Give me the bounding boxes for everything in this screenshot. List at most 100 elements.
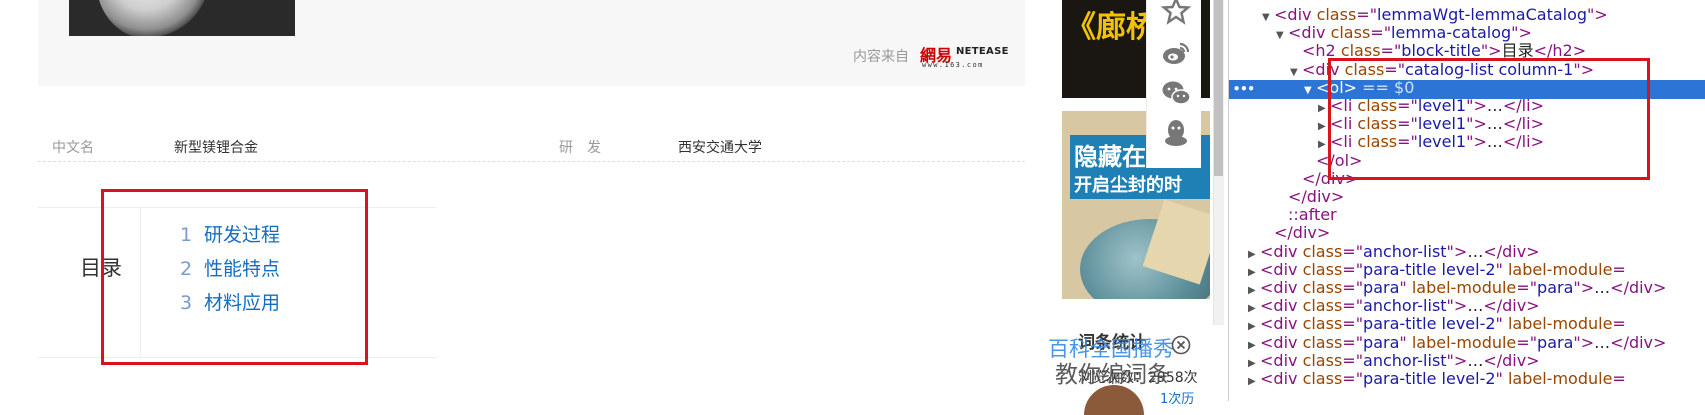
basic-info-name-developer: 研 发 bbox=[559, 140, 601, 156]
dom-token: =" bbox=[1342, 278, 1364, 297]
dom-token: "> bbox=[1573, 333, 1595, 352]
weibo-icon[interactable] bbox=[1161, 38, 1191, 68]
dom-token: <div bbox=[1260, 278, 1303, 297]
promo-overlay-line2[interactable]: 教你编词条 bbox=[1055, 355, 1170, 389]
dom-token: para-title level-2 bbox=[1363, 369, 1496, 388]
share-toolbar bbox=[1146, 0, 1201, 168]
dom-token: class bbox=[1330, 23, 1371, 42]
dom-token: =" bbox=[1342, 242, 1364, 261]
dom-token: class bbox=[1302, 314, 1343, 333]
content-source-label: 内容来自 bbox=[853, 49, 909, 65]
dom-token: =" bbox=[1342, 314, 1364, 333]
basic-info-value-chinese: 新型镁锂合金 bbox=[174, 140, 258, 156]
expand-down-icon[interactable]: ▼ bbox=[1304, 81, 1316, 100]
dom-node-line[interactable]: </div> bbox=[1276, 187, 1344, 206]
basic-info-value-developer[interactable]: 西安交通大学 bbox=[678, 137, 762, 157]
dom-token: class bbox=[1302, 333, 1343, 352]
dom-token: <div bbox=[1260, 242, 1303, 261]
dom-token: =" bbox=[1516, 333, 1538, 352]
dom-token: </div> bbox=[1483, 296, 1540, 315]
basic-info-row: 中文名 新型镁锂合金 研 发 西安交通大学 bbox=[38, 131, 1025, 162]
dom-token: </div> bbox=[1483, 242, 1540, 261]
dom-token: … bbox=[1594, 333, 1611, 352]
dom-node-line[interactable]: </div> bbox=[1262, 223, 1330, 242]
expand-down-icon[interactable]: ▼ bbox=[1262, 8, 1274, 27]
dom-token: lemma-catalog bbox=[1391, 23, 1512, 42]
dom-token: class bbox=[1302, 296, 1343, 315]
node-options-icon[interactable]: ••• bbox=[1233, 82, 1255, 96]
highlight-box-catalog bbox=[101, 189, 368, 365]
expand-right-icon[interactable]: ▶ bbox=[1248, 372, 1260, 391]
qq-icon[interactable] bbox=[1161, 118, 1191, 148]
dom-token: ::after bbox=[1288, 205, 1337, 224]
dom-token: label-module bbox=[1411, 278, 1517, 297]
dom-token: class bbox=[1302, 242, 1343, 261]
dom-token: <div bbox=[1260, 333, 1303, 352]
dom-token: anchor-list bbox=[1363, 351, 1447, 370]
wechat-icon[interactable] bbox=[1161, 78, 1191, 108]
netease-logo[interactable]: 網易 NETEASE www.163.com bbox=[920, 42, 1008, 72]
stats-history-link[interactable]: 1次历 bbox=[1160, 388, 1194, 407]
dom-token: <div bbox=[1260, 260, 1303, 279]
dom-node-line[interactable]: ::after bbox=[1276, 205, 1337, 224]
dom-token: … bbox=[1467, 296, 1484, 315]
dom-token: class bbox=[1302, 369, 1343, 388]
dom-token: class bbox=[1302, 351, 1343, 370]
dom-token: para bbox=[1363, 333, 1400, 352]
dom-token: = bbox=[1612, 260, 1626, 279]
dom-token: =" bbox=[1342, 369, 1364, 388]
ad-middle-subtitle: 开启尘封的时 bbox=[1074, 175, 1182, 196]
close-icon[interactable] bbox=[1171, 335, 1191, 355]
dom-token: lemmaWgt-lemmaCatalog bbox=[1377, 5, 1588, 24]
dom-token: "> bbox=[1446, 351, 1468, 370]
dom-node-line[interactable]: ▼ <div class="lemma-catalog"> bbox=[1276, 23, 1532, 42]
dom-token: <div bbox=[1288, 23, 1331, 42]
dom-token: … bbox=[1467, 242, 1484, 261]
dom-token: </div> bbox=[1610, 333, 1667, 352]
dom-node-line[interactable]: ▼ <div class="lemmaWgt-lemmaCatalog"> bbox=[1262, 5, 1608, 24]
expand-down-icon[interactable]: ▼ bbox=[1276, 26, 1288, 45]
dom-token: =" bbox=[1516, 278, 1538, 297]
dom-token: </div> bbox=[1483, 351, 1540, 370]
dom-node-line[interactable]: ▶ <div class="anchor-list">…</div> bbox=[1248, 351, 1540, 370]
dom-token: = bbox=[1612, 369, 1626, 388]
dom-node-line[interactable]: ▶ <div class="para" label-module="para">…… bbox=[1248, 278, 1666, 297]
expand-down-icon[interactable]: ▼ bbox=[1290, 63, 1302, 82]
ad-middle-title: 隐藏在 bbox=[1074, 143, 1146, 171]
netease-logo-en: NETEASE bbox=[956, 46, 1009, 57]
dom-token: " bbox=[1495, 369, 1508, 388]
dom-token: = bbox=[1612, 314, 1626, 333]
dom-token: "> bbox=[1446, 296, 1468, 315]
dom-token: label-module bbox=[1507, 260, 1613, 279]
dom-token: anchor-list bbox=[1363, 242, 1447, 261]
editor-avatar[interactable] bbox=[1084, 385, 1144, 415]
dom-token: "> bbox=[1511, 23, 1532, 42]
dom-token: … bbox=[1467, 351, 1484, 370]
dom-token: label-module bbox=[1507, 314, 1613, 333]
dom-node-line[interactable]: ▶ <div class="anchor-list">…</div> bbox=[1248, 242, 1540, 261]
dom-token: class bbox=[1316, 5, 1357, 24]
star-icon[interactable] bbox=[1161, 0, 1191, 26]
page-scrollbar-thumb[interactable] bbox=[1214, 0, 1223, 176]
dom-token: =" bbox=[1370, 23, 1392, 42]
dom-token: para bbox=[1537, 333, 1574, 352]
dom-node-line[interactable]: ▶ <div class="para-title level-2" label-m… bbox=[1248, 369, 1626, 388]
dom-token: para bbox=[1363, 278, 1400, 297]
dom-token: "> bbox=[1446, 242, 1468, 261]
dom-token: =" bbox=[1342, 351, 1364, 370]
dom-token: "> bbox=[1587, 5, 1608, 24]
dom-token: class bbox=[1302, 260, 1343, 279]
dom-token: <div bbox=[1260, 351, 1303, 370]
dom-node-line[interactable]: ▶ <div class="para-title level-2" label-m… bbox=[1248, 260, 1626, 279]
dom-token: =" bbox=[1356, 5, 1378, 24]
dom-node-line[interactable]: ▶ <div class="para-title level-2" label-m… bbox=[1248, 314, 1626, 333]
dom-node-line[interactable]: ▶ <div class="para" label-module="para">…… bbox=[1248, 333, 1666, 352]
basic-info-name-chinese: 中文名 bbox=[52, 140, 94, 156]
dom-token: </div> bbox=[1274, 223, 1331, 242]
dom-token: <div bbox=[1260, 369, 1303, 388]
dom-token: para-title level-2 bbox=[1363, 260, 1496, 279]
dom-token: … bbox=[1594, 278, 1611, 297]
coin-thumbnail-image[interactable] bbox=[69, 0, 295, 36]
dom-node-line[interactable]: ▶ <div class="anchor-list">…</div> bbox=[1248, 296, 1540, 315]
dom-token: anchor-list bbox=[1363, 296, 1447, 315]
